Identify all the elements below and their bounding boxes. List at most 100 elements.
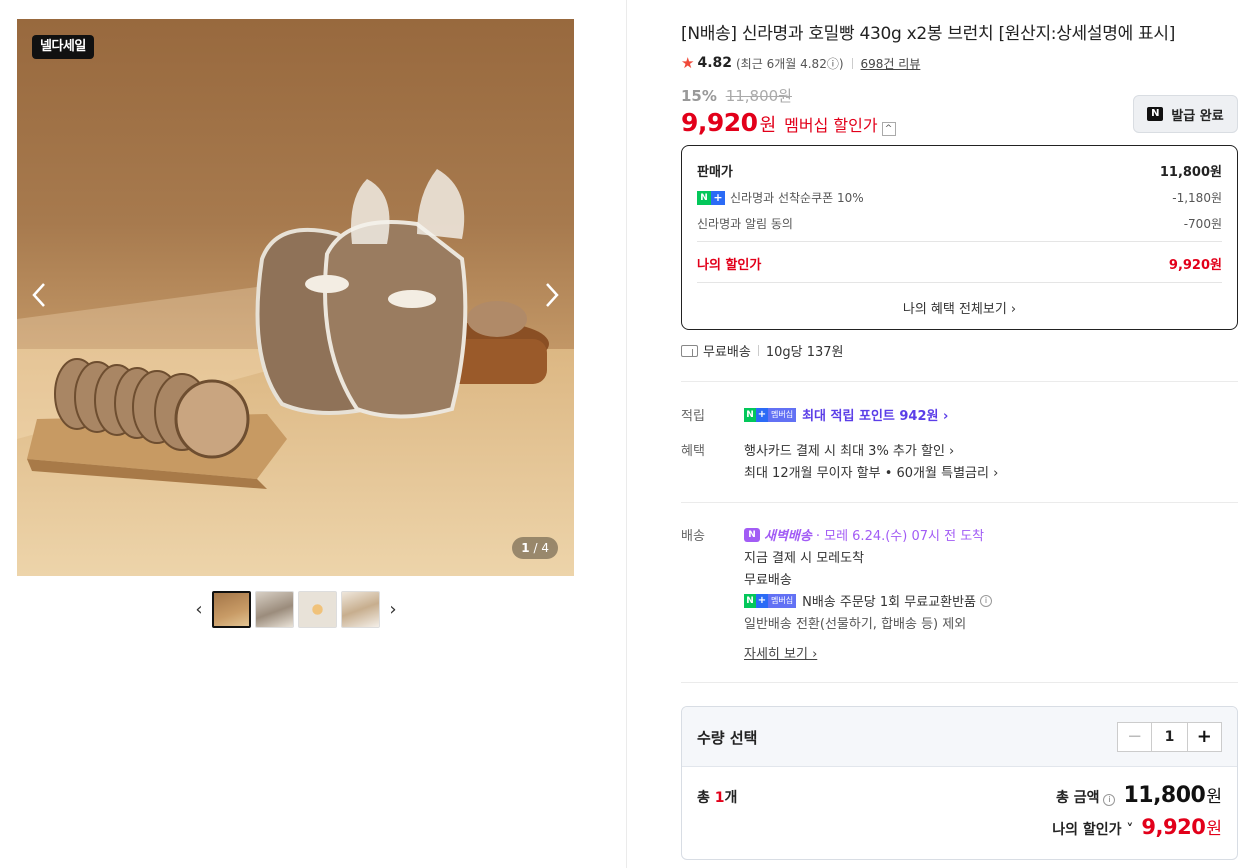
all-benefits-link[interactable]: 나의 혜택 전체보기 › [682, 298, 1237, 317]
page-current: 1 [521, 541, 530, 555]
quantity-stepper: − 1 + [1117, 722, 1222, 752]
naver-membership-icon: N + 멤버십 [744, 593, 797, 608]
thumbnail-3[interactable] [298, 591, 337, 628]
thumbnail-1[interactable] [212, 591, 251, 628]
thumbnail-strip: ‹ › [190, 591, 402, 628]
free-return-row: N + 멤버십 N배송 주문당 1회 무료교환반품 i [744, 591, 993, 610]
quantity-header: 수량 선택 − 1 + [682, 707, 1237, 767]
chevron-up-icon[interactable]: ^ [881, 122, 896, 136]
alarm-label: 신라명과 알림 동의 [697, 217, 793, 231]
member-price-line: 9,920 원 멤버십 할인가 ^ [681, 108, 896, 137]
original-price: 11,800원 [725, 87, 792, 105]
section-divider [681, 502, 1238, 503]
delivery-detail-row: 자세히 보기 › [744, 643, 817, 662]
member-price: 9,920 [681, 108, 758, 137]
info-icon[interactable]: i [980, 594, 993, 607]
my-discount-label: 나의 할인가 [697, 258, 762, 273]
page-total: 4 [541, 541, 549, 555]
max-points-link[interactable]: 최대 적립 포인트 942원 › [802, 405, 948, 424]
column-divider [626, 0, 627, 868]
member-price-label: 멤버십 할인가 [784, 116, 878, 135]
rating-row: ★ 4.82 (최근 6개월 4.82ⓘ) 698건 리뷰 [681, 54, 920, 72]
currency-unit: 원 [1206, 819, 1222, 839]
price-breakdown-box: 판매가 11,800원 N + 신라명과 선착순쿠폰 10% -1,180원 신라… [681, 145, 1238, 330]
increment-button[interactable]: + [1186, 723, 1221, 751]
alarm-row: 신라명과 알림 동의 -700원 [697, 215, 1222, 232]
total-count-number: 1 [714, 790, 725, 806]
quantity-box: 수량 선택 − 1 + 총 1개 총 금액 i 11,800 원 나의 할인가 … [681, 706, 1238, 860]
info-icon[interactable]: i [1103, 794, 1116, 806]
quantity-title: 수량 선택 [697, 729, 758, 747]
quantity-input[interactable]: 1 [1152, 723, 1186, 751]
dawn-delivery-icon: N [744, 527, 760, 542]
dawn-delivery-eta: · 모레 6.24.(수) 07시 전 도착 [815, 529, 985, 544]
truck-icon [681, 344, 698, 357]
shipping-summary: 무료배송 10g당 137원 [681, 341, 844, 360]
coupon-issued-button[interactable]: N 발급 완료 [1133, 95, 1238, 133]
card-discount-link[interactable]: 행사카드 결제 시 최대 3% 추가 할인 › [744, 440, 954, 459]
my-discount-row: 나의 할인가 9,920원 [697, 254, 1222, 273]
thumb-next-icon[interactable]: › [384, 599, 402, 620]
dawn-delivery-row: N 새벽배송 · 모레 6.24.(수) 07시 전 도착 [744, 525, 984, 544]
bread-photo [17, 19, 574, 576]
chevron-right-icon[interactable] [544, 281, 560, 315]
review-count-link[interactable]: 698건 리뷰 [861, 55, 921, 72]
section-divider [681, 381, 1238, 382]
page-sep: / [533, 541, 538, 555]
exclusion-note: 일반배송 전환(선물하기, 합배송 등) 제외 [744, 617, 967, 632]
benefits-label: 혜택 [681, 444, 705, 459]
sale-price-label: 판매가 [697, 165, 733, 180]
thumb-prev-icon[interactable]: ‹ [190, 599, 208, 620]
coupon-label: 신라명과 선착순쿠폰 10% [730, 191, 864, 205]
total-count: 총 1개 [697, 790, 738, 806]
arrival-note: 지금 결제 시 모레도착 [744, 551, 865, 566]
star-icon: ★ [681, 54, 695, 72]
chevron-left-icon[interactable] [31, 281, 47, 315]
product-main-image[interactable]: 넬다세일 1 / 4 [17, 19, 574, 576]
free-shipping-note: 무료배송 [744, 573, 792, 588]
product-title: [N배송] 신라명과 호밀빵 430g x2봉 브런치 [원산지:상세설명에 표… [681, 24, 1176, 44]
naver-membership-icon: N + 멤버십 [744, 407, 797, 422]
total-amount-label: 총 금액 [1055, 790, 1100, 806]
decrement-button[interactable]: − [1118, 723, 1153, 751]
dawn-delivery-name: 새벽배송 [764, 529, 812, 544]
points-label: 적립 [681, 409, 705, 424]
image-page-counter: 1 / 4 [512, 537, 558, 559]
rating-recent: (최근 6개월 4.82ⓘ) [736, 56, 844, 71]
naver-n-icon: N [1147, 107, 1164, 121]
points-value-row[interactable]: N + 멤버십 최대 적립 포인트 942원 › [744, 405, 948, 424]
product-gallery: 넬다세일 1 / 4 ‹ › [0, 0, 626, 868]
coupon-button-label: 발급 완료 [1171, 108, 1224, 124]
my-discount-value: 9,920원 [1168, 258, 1222, 273]
currency-unit: 원 [759, 115, 777, 136]
rating-divider [851, 57, 853, 69]
delivery-label: 배송 [681, 529, 705, 544]
shipping-divider [757, 345, 759, 356]
discount-line: 15% 11,800원 [681, 85, 792, 106]
rating-score: 4.82 [697, 55, 732, 71]
price-box-divider [697, 282, 1222, 283]
free-return-text: N배송 주문당 1회 무료교환반품 [802, 595, 977, 610]
alarm-value: -700원 [1183, 217, 1222, 231]
total-amount-value: 11,800 [1123, 783, 1206, 808]
thumbnail-2[interactable] [255, 591, 294, 628]
sale-badge-logo: 넬다세일 [32, 35, 94, 59]
my-discount-amount: 나의 할인가 ˅ 9,920 원 [1052, 814, 1222, 839]
my-discount-toggle[interactable]: 나의 할인가 ˅ [1052, 819, 1133, 839]
total-amount: 총 금액 i 11,800 원 [1056, 782, 1222, 808]
unit-price: 10g당 137원 [765, 345, 844, 360]
free-shipping: 무료배송 [703, 345, 751, 360]
price-box-divider [697, 241, 1222, 242]
coupon-row: N + 신라명과 선착순쿠폰 10% -1,180원 [697, 189, 1222, 206]
currency-unit: 원 [1206, 787, 1222, 807]
thumbnail-4[interactable] [341, 591, 380, 628]
discount-percent: 15% [681, 87, 717, 105]
sale-price-value: 11,800원 [1159, 165, 1222, 180]
naver-plus-icon: N + [697, 190, 725, 205]
coupon-value: -1,180원 [1172, 191, 1222, 205]
installment-link[interactable]: 최대 12개월 무이자 할부 • 60개월 특별금리 › [744, 462, 998, 481]
sale-price-row: 판매가 11,800원 [697, 161, 1222, 180]
delivery-detail-link[interactable]: 자세히 보기 › [744, 643, 817, 662]
section-divider [681, 682, 1238, 683]
my-discount-amount-value: 9,920 [1141, 815, 1206, 839]
